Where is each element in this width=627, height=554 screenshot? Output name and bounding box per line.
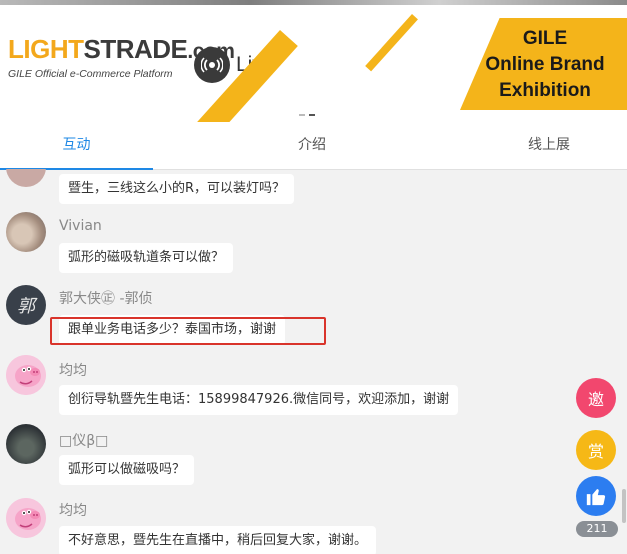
reward-button[interactable]: 赏 xyxy=(576,430,616,470)
user-name: □仪β□ xyxy=(59,433,109,449)
logo-strade-text: STRADE xyxy=(83,34,188,64)
broadcast-icon xyxy=(194,47,230,83)
scrollbar-thumb[interactable] xyxy=(622,489,626,523)
avatar[interactable] xyxy=(6,498,46,538)
avatar[interactable] xyxy=(6,212,46,252)
exhibition-line-1: GILE xyxy=(522,28,568,49)
avatar[interactable]: 郭 xyxy=(6,285,46,325)
invite-button[interactable]: 邀 xyxy=(576,378,616,418)
exhibition-line-3: Exhibition xyxy=(499,80,591,101)
message-bubble: 弧形可以做磁吸吗？ xyxy=(59,455,195,485)
carousel-dots[interactable] xyxy=(299,114,315,116)
chat-feed[interactable]: 暨生，三线这么小的R，可以装灯吗？ Vivian 弧形的磁吸轨道条可以做？ 郭 … xyxy=(0,169,627,554)
carousel-dot[interactable] xyxy=(299,114,305,116)
peppa-pig-avatar-icon xyxy=(6,498,46,538)
peppa-pig-avatar-icon xyxy=(6,355,46,395)
avatar[interactable] xyxy=(6,424,46,464)
tab-bar: 互动 介绍 线上展 xyxy=(0,122,627,170)
like-count-badge: 211 xyxy=(576,521,618,537)
user-name: Vivian xyxy=(59,218,102,234)
exhibition-line-2: Online Brand xyxy=(485,54,605,75)
top-banner[interactable]: LIGHTSTRADE.com GILE Official e-Commerce… xyxy=(0,0,627,122)
avatar[interactable] xyxy=(6,169,46,187)
logo-light-text: LIGHT xyxy=(8,34,84,64)
message-bubble: 不好意思，暨先生在直播中，稍后回复大家，谢谢。 xyxy=(59,526,377,554)
reward-label: 赏 xyxy=(587,442,604,461)
tab-online-exhibition[interactable]: 线上展 xyxy=(471,122,627,169)
user-name: 均均 xyxy=(59,363,87,379)
invite-label: 邀 xyxy=(587,390,604,409)
like-button[interactable] xyxy=(576,476,616,516)
avatar[interactable] xyxy=(6,355,46,395)
message-bubble: 暨生，三线这么小的R，可以装灯吗？ xyxy=(59,174,295,204)
tab-label: 线上展 xyxy=(528,137,570,153)
highlight-annotation-box xyxy=(50,317,326,345)
carousel-dot-active[interactable] xyxy=(309,114,315,116)
user-name: 郭大侠㊣ -郭侦 xyxy=(59,291,153,307)
avatar-initial: 郭 xyxy=(17,296,35,317)
thumbs-up-icon xyxy=(586,489,606,506)
message-bubble: 弧形的磁吸轨道条可以做？ xyxy=(59,243,234,273)
tab-interaction[interactable]: 互动 xyxy=(0,122,153,170)
tab-label: 互动 xyxy=(62,137,91,153)
tab-label: 介绍 xyxy=(298,137,326,153)
banner-decor-stripe-thin xyxy=(365,14,418,72)
user-name: 均均 xyxy=(59,503,87,519)
message-bubble: 创衍导轨暨先生电话：15899847926.微信同号，欢迎添加，谢谢 xyxy=(59,385,459,415)
banner-top-strip xyxy=(0,0,627,5)
tab-introduction[interactable]: 介绍 xyxy=(153,122,471,169)
exhibition-title: GILE Online Brand Exhibition xyxy=(470,26,620,104)
